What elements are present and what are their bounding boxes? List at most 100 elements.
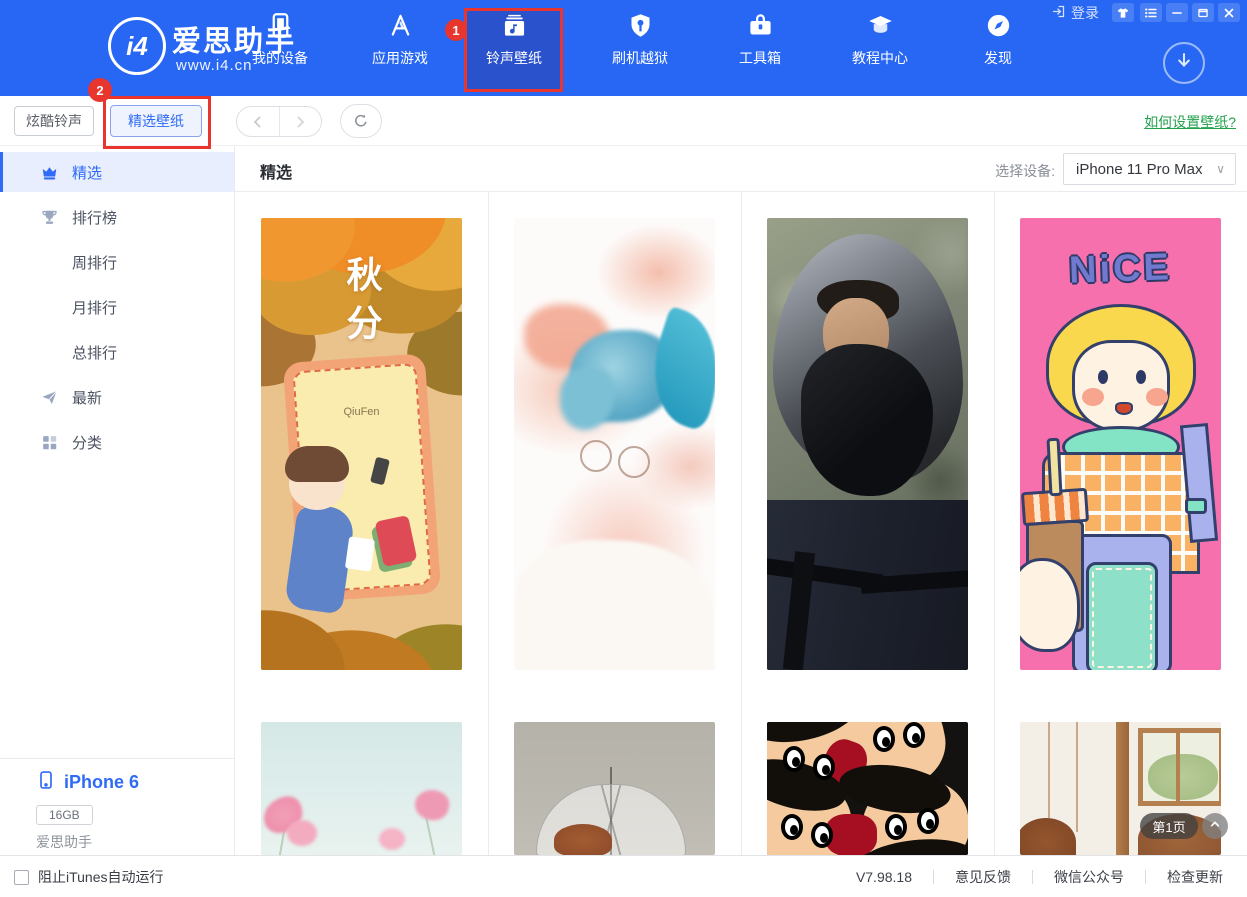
- sidebar-item-weekly-ranking[interactable]: 周排行: [0, 242, 234, 282]
- wallpaper-thumb-hooded-man[interactable]: [767, 218, 968, 670]
- nav-item-discover[interactable]: 发现: [948, 12, 1048, 68]
- black-face-mask: [801, 344, 933, 496]
- wallpaper-thumb-watercolor-portrait[interactable]: [514, 218, 715, 670]
- nav-item-flash-jailbreak[interactable]: 刷机越狱: [590, 12, 690, 68]
- app-logo: i4: [108, 17, 166, 75]
- sidebar-item-featured[interactable]: 精选: [0, 152, 234, 192]
- sidebar-item-rankings[interactable]: 排行榜: [0, 197, 234, 237]
- nav-item-toolbox[interactable]: 工具箱: [710, 12, 810, 68]
- nav-item-my-devices[interactable]: 我的设备: [230, 12, 330, 68]
- graduation-cap-icon: [867, 12, 894, 39]
- tab-featured-wallpapers[interactable]: 精选壁纸: [110, 105, 202, 137]
- maximize-button[interactable]: [1192, 3, 1214, 22]
- hanging-string: [1048, 722, 1050, 818]
- back-button[interactable]: [237, 107, 279, 136]
- wechat-official-link[interactable]: 微信公众号: [1054, 867, 1124, 887]
- nav-item-apps-games[interactable]: 应用游戏: [350, 12, 450, 68]
- nav-label: 发现: [948, 48, 1048, 68]
- tab-label: 炫酷铃声: [26, 111, 82, 131]
- sidebar-item-label: 月排行: [72, 297, 117, 318]
- girl-face: [1072, 340, 1170, 432]
- wallpaper-thumb-shinchan-collage[interactable]: [767, 722, 968, 855]
- sidebar-item-total-ranking[interactable]: 总排行: [0, 332, 234, 372]
- blush: [1146, 388, 1168, 406]
- checkbox-label: 阻止iTunes自动运行: [38, 867, 164, 887]
- sidebar: 精选 排行榜 周排行 月排行 总排行 最新 分类 iPhone 6 16GB 爱…: [0, 146, 235, 855]
- cartoon-eye: [903, 722, 925, 748]
- wallpaper-grid: 秋分 QiuFen NiCE: [235, 192, 1247, 855]
- sidebar-item-label: 分类: [72, 432, 102, 453]
- wallpaper-thumb-autumn-equinox[interactable]: 秋分 QiuFen: [261, 218, 462, 670]
- nav-label: 我的设备: [230, 48, 330, 68]
- phone-icon: [267, 12, 294, 39]
- divider: [1032, 870, 1033, 884]
- device-name: iPhone 6: [64, 772, 139, 793]
- column-divider: [994, 192, 995, 855]
- notepad: [345, 536, 375, 571]
- pink-flower: [412, 786, 453, 824]
- sidebar-item-monthly-ranking[interactable]: 月排行: [0, 287, 234, 327]
- sidebar-item-latest[interactable]: 最新: [0, 377, 234, 417]
- back-to-top-button[interactable]: [1202, 813, 1228, 839]
- how-to-set-wallpaper-link[interactable]: 如何设置壁纸?: [1144, 112, 1236, 132]
- appstore-icon: [387, 12, 414, 39]
- device-manager-label: 爱思助手: [36, 832, 234, 852]
- login-button[interactable]: 登录: [1051, 3, 1099, 23]
- annotation-badge-step2: 2: [88, 78, 112, 102]
- tab-cool-ringtones[interactable]: 炫酷铃声: [14, 106, 94, 136]
- check-update-link[interactable]: 检查更新: [1167, 867, 1223, 887]
- trophy-icon: [40, 208, 59, 227]
- cartoon-eye: [811, 822, 833, 848]
- wallpaper-thumb-nice-girl[interactable]: NiCE: [1020, 218, 1221, 670]
- menu-button[interactable]: [1140, 3, 1162, 22]
- footer-right-group: V7.98.18 意见反馈 微信公众号 检查更新: [856, 856, 1223, 897]
- block-itunes-checkbox-row[interactable]: 阻止iTunes自动运行: [14, 856, 164, 897]
- refresh-button[interactable]: [340, 104, 382, 138]
- history-nav-group: [236, 106, 322, 137]
- cartoon-eye: [781, 814, 803, 840]
- wallpaper-thumb-umbrella[interactable]: [514, 722, 715, 855]
- nav-item-ringtones-wallpapers[interactable]: 铃声壁纸: [464, 12, 564, 68]
- grid-icon: [40, 433, 59, 452]
- wallpaper-text: 秋分: [336, 256, 388, 352]
- column-divider: [488, 192, 489, 855]
- download-arrow-icon: [1172, 49, 1196, 78]
- toolbox-icon: [747, 12, 774, 39]
- connected-device-panel[interactable]: iPhone 6 16GB 爱思助手: [0, 758, 234, 852]
- blush: [1082, 388, 1104, 406]
- forward-button[interactable]: [279, 107, 322, 136]
- sidebar-item-categories[interactable]: 分类: [0, 422, 234, 462]
- paper-plane-icon: [40, 388, 59, 407]
- page-indicator: 第1页: [1140, 813, 1198, 839]
- boy-hair: [285, 446, 349, 482]
- pink-flower: [379, 828, 405, 850]
- logo-text: i4: [126, 31, 148, 62]
- login-label: 登录: [1071, 3, 1099, 23]
- chevron-down-icon: ∨: [1216, 162, 1225, 176]
- hanging-string: [1076, 722, 1078, 832]
- column-divider: [741, 192, 742, 855]
- sidebar-item-label: 周排行: [72, 252, 117, 273]
- download-manager-button[interactable]: [1163, 42, 1205, 84]
- white-shirt: [514, 540, 715, 670]
- nav-item-tutorials[interactable]: 教程中心: [830, 12, 930, 68]
- status-bar: 阻止iTunes自动运行 V7.98.18 意见反馈 微信公众号 检查更新: [0, 855, 1247, 897]
- device-select-dropdown[interactable]: iPhone 11 Pro Max ∨: [1063, 153, 1236, 185]
- minimize-button[interactable]: [1166, 3, 1188, 22]
- tab-label: 精选壁纸: [128, 111, 184, 131]
- device-select-value: iPhone 11 Pro Max: [1076, 161, 1202, 178]
- straw: [1046, 438, 1062, 497]
- app-header: i4 爱思助手 www.i4.cn 我的设备 应用游戏 铃声壁纸 刷机越狱 工具…: [0, 0, 1247, 96]
- person-head: [554, 824, 612, 855]
- theme-skin-button[interactable]: [1112, 3, 1134, 22]
- nav-label: 教程中心: [830, 48, 930, 68]
- feedback-link[interactable]: 意见反馈: [955, 867, 1011, 887]
- device-capacity-badge: 16GB: [36, 805, 93, 825]
- wallpaper-thumb-pink-flowers[interactable]: [261, 722, 462, 855]
- divider: [1145, 870, 1146, 884]
- nav-label: 应用游戏: [350, 48, 450, 68]
- close-button[interactable]: [1218, 3, 1240, 22]
- app-version: V7.98.18: [856, 869, 912, 885]
- checkbox[interactable]: [14, 870, 29, 885]
- nav-label: 刷机越狱: [590, 48, 690, 68]
